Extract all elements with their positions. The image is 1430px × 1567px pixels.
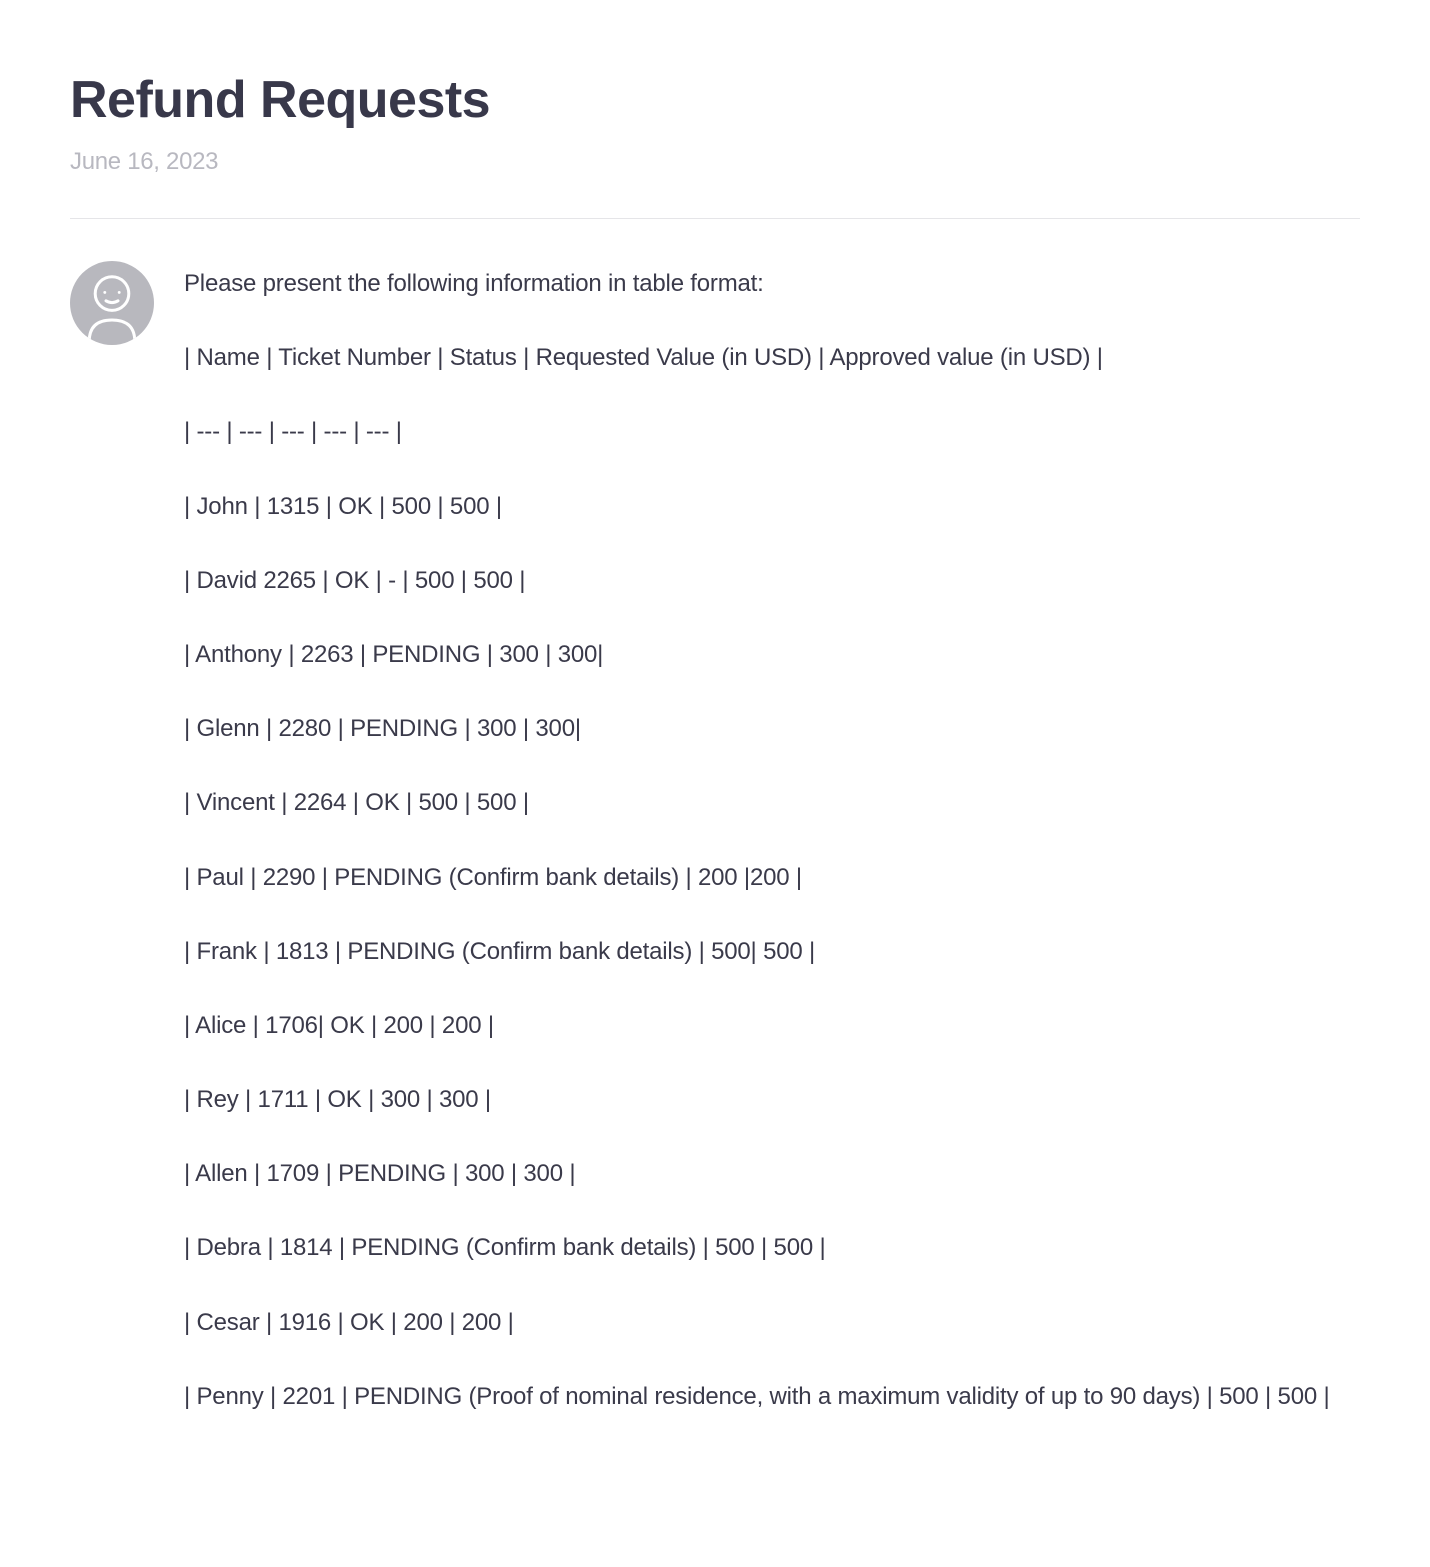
page-date: June 16, 2023	[70, 148, 1360, 176]
table-header-row: | Name | Ticket Number | Status | Reques…	[184, 339, 1360, 376]
table-row: | Cesar | 1916 | OK | 200 | 200 |	[184, 1304, 1360, 1341]
user-message: Please present the following information…	[70, 261, 1360, 1415]
user-icon	[82, 272, 142, 344]
table-row: | Penny | 2201 | PENDING (Proof of nomin…	[184, 1378, 1360, 1415]
table-row: | Glenn | 2280 | PENDING | 300 | 300|	[184, 710, 1360, 747]
intro-text: Please present the following information…	[184, 265, 1360, 302]
page-title: Refund Requests	[70, 70, 1360, 130]
message-body: Please present the following information…	[184, 261, 1360, 1415]
table-row: | Paul | 2290 | PENDING (Confirm bank de…	[184, 859, 1360, 896]
avatar	[70, 261, 154, 345]
header-divider	[70, 218, 1360, 219]
table-row: | Debra | 1814 | PENDING (Confirm bank d…	[184, 1229, 1360, 1266]
table-row: | Allen | 1709 | PENDING | 300 | 300 |	[184, 1155, 1360, 1192]
table-row: | Frank | 1813 | PENDING (Confirm bank d…	[184, 933, 1360, 970]
table-row: | John | 1315 | OK | 500 | 500 |	[184, 488, 1360, 525]
table-row: | David 2265 | OK | - | 500 | 500 |	[184, 562, 1360, 599]
table-row: | Alice | 1706| OK | 200 | 200 |	[184, 1007, 1360, 1044]
table-row: | Rey | 1711 | OK | 300 | 300 |	[184, 1081, 1360, 1118]
table-separator-row: | --- | --- | --- | --- | --- |	[184, 413, 1360, 450]
table-row: | Anthony | 2263 | PENDING | 300 | 300|	[184, 636, 1360, 673]
table-row: | Vincent | 2264 | OK | 500 | 500 |	[184, 784, 1360, 821]
